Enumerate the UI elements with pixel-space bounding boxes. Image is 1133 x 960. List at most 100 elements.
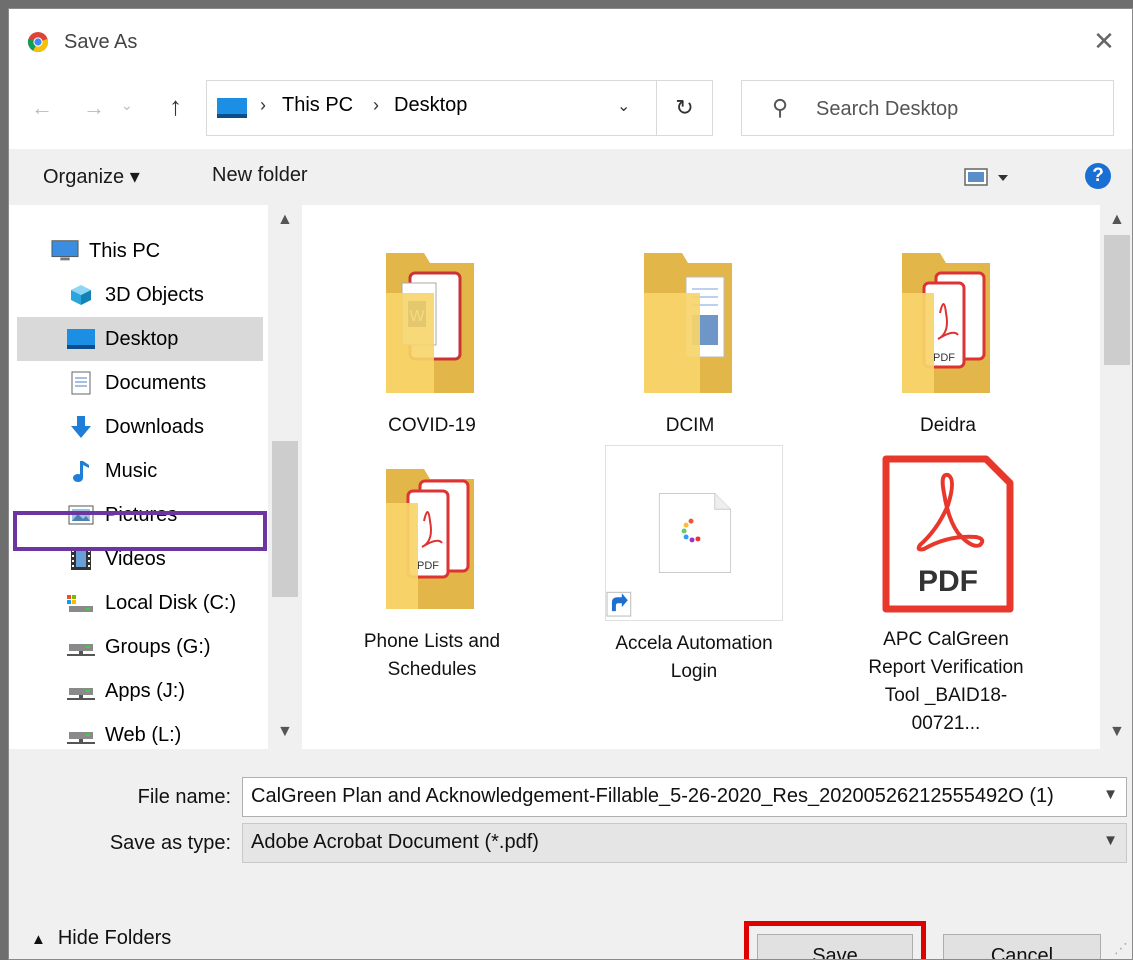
sidebar-item-pictures[interactable]: Pictures [67,493,177,537]
sidebar-item-downloads[interactable]: Downloads [67,405,204,449]
recent-locations-chevron-icon[interactable]: ⌄ [121,97,133,114]
file-item-label: Phone Lists and Schedules [363,631,501,680]
hide-folders-label: Hide Folders [57,927,172,949]
sidebar-item-label: 3D Objects [105,283,204,306]
save-type-select[interactable]: Adobe Acrobat Document (*.pdf) ▼ [242,823,1127,863]
file-item-deidra[interactable]: PDF Deidra [858,243,1038,440]
search-input[interactable] [814,91,1108,127]
file-item-label: Accela Automation Login [615,633,773,682]
pdf-label-text: PDF [918,565,978,598]
sidebar-item-label: This PC [89,239,161,262]
new-folder-button[interactable]: New folder [212,164,308,187]
file-name-label: File name: [137,786,231,808]
file-item-label: DCIM [665,415,715,436]
sidebar-item-web[interactable]: Web (L:) [67,713,181,749]
svg-text:PDF: PDF [417,560,439,572]
folder-icon [644,253,732,393]
hide-folders-button[interactable]: ▲ Hide Folders [31,927,171,950]
organize-button[interactable]: Organize ▾ [43,164,140,189]
chevron-down-icon[interactable]: ▼ [1103,832,1118,849]
drive-icon [67,591,95,615]
navigation-scrollbar[interactable]: ▲ ▼ [268,205,302,749]
up-arrow-icon[interactable]: ↑ [169,91,182,122]
network-drive-icon [67,635,95,659]
shortcut-icon [605,445,783,621]
help-button[interactable]: ? [1085,163,1111,189]
cube-icon [67,283,95,307]
network-drive-icon [67,679,95,703]
sidebar-item-this-pc[interactable]: This PC [51,229,160,273]
breadcrumb-this-pc[interactable]: This PC [282,94,353,117]
sidebar-item-groups[interactable]: Groups (G:) [67,625,211,669]
address-bar[interactable]: › This PC › Desktop ⌄ [206,80,657,136]
save-button[interactable]: Save [757,934,913,959]
file-name-value: CalGreen Plan and Acknowledgement-Fillab… [251,785,1054,807]
file-list: W COVID-19 DCIM [302,205,1100,749]
scrollbar-thumb[interactable] [1104,235,1130,365]
cancel-button[interactable]: Cancel [943,934,1101,959]
file-name-field[interactable]: CalGreen Plan and Acknowledgement-Fillab… [242,777,1127,817]
sidebar-item-label: Desktop [105,327,179,350]
sidebar-item-videos[interactable]: Videos [67,537,166,581]
pictures-icon [67,503,95,527]
download-icon [67,415,95,439]
sidebar-item-label: Local Disk (C:) [105,591,237,614]
scroll-up-icon[interactable]: ▲ [1109,211,1125,229]
refresh-icon: ↻ [675,95,694,120]
breadcrumb-separator: › [260,95,266,115]
scrollbar-thumb[interactable] [272,441,298,597]
file-item-dcim[interactable]: DCIM [600,243,780,440]
sidebar-item-local-disk[interactable]: Local Disk (C:) [67,581,236,625]
resize-grip-icon[interactable]: ⋰ [1114,940,1128,957]
scroll-down-icon[interactable]: ▼ [1109,723,1125,741]
sidebar-item-desktop[interactable]: Desktop [17,317,263,361]
sidebar-item-music[interactable]: Music [67,449,157,493]
pdf-icon: PDF [882,455,1014,613]
sidebar-item-label: Web (L:) [105,723,182,746]
desktop-icon [67,327,95,351]
file-item-covid-19[interactable]: W COVID-19 [342,243,522,440]
file-item-phone-lists[interactable]: PDF Phone Lists and Schedules [342,459,522,684]
close-button[interactable]: ✕ [1084,21,1124,61]
folder-icon: W [386,253,474,393]
sidebar-item-3d-objects[interactable]: 3D Objects [67,273,204,317]
forward-arrow-icon[interactable]: → [83,95,105,121]
sidebar-item-label: Pictures [105,503,178,526]
video-icon [67,547,95,571]
change-view-icon[interactable] [964,166,1012,190]
navigation-pane: This PC 3D Objects Desktop Documents Dow… [9,205,302,749]
window-title: Save As [64,31,138,53]
back-arrow-icon[interactable]: ← [31,95,53,121]
sidebar-item-apps[interactable]: Apps (J:) [67,669,185,713]
file-item-label: APC CalGreen Report Verification Tool _B… [868,629,1024,734]
sidebar-item-label: Videos [105,547,166,570]
file-item-accela-shortcut[interactable]: Accela Automation Login [604,445,784,686]
file-list-scrollbar[interactable]: ▲ ▼ [1100,205,1132,749]
title-bar: Save As ✕ [9,9,1132,69]
desktop-icon [217,98,247,118]
chrome-icon [27,32,49,52]
scroll-down-icon[interactable]: ▼ [277,723,293,741]
scroll-up-icon[interactable]: ▲ [277,211,293,229]
folder-icon: PDF [902,253,990,393]
save-type-value: Adobe Acrobat Document (*.pdf) [251,831,539,853]
breadcrumb-separator[interactable]: › [373,95,379,116]
computer-icon [51,239,79,263]
file-item-apc-calgreen-pdf[interactable]: PDF APC CalGreen Report Verification Too… [856,453,1036,738]
file-item-label: COVID-19 [388,415,476,436]
sidebar-item-documents[interactable]: Documents [67,361,206,405]
search-icon: ⚲ [772,95,789,120]
chevron-down-icon[interactable]: ▼ [1103,786,1118,803]
sidebar-item-label: Documents [105,371,207,394]
refresh-button[interactable]: ↻ [657,80,713,136]
search-box[interactable]: ⚲ [741,80,1114,136]
close-icon: ✕ [1093,26,1115,56]
breadcrumb-desktop[interactable]: Desktop [394,94,467,117]
sidebar-item-label: Downloads [105,415,204,438]
address-dropdown-chevron-icon[interactable]: ⌄ [617,96,630,116]
network-drive-icon [67,723,95,747]
svg-text:PDF: PDF [933,352,955,364]
folder-icon: PDF [386,469,474,609]
music-icon [67,459,95,483]
sidebar-item-label: Groups (G:) [105,635,211,658]
